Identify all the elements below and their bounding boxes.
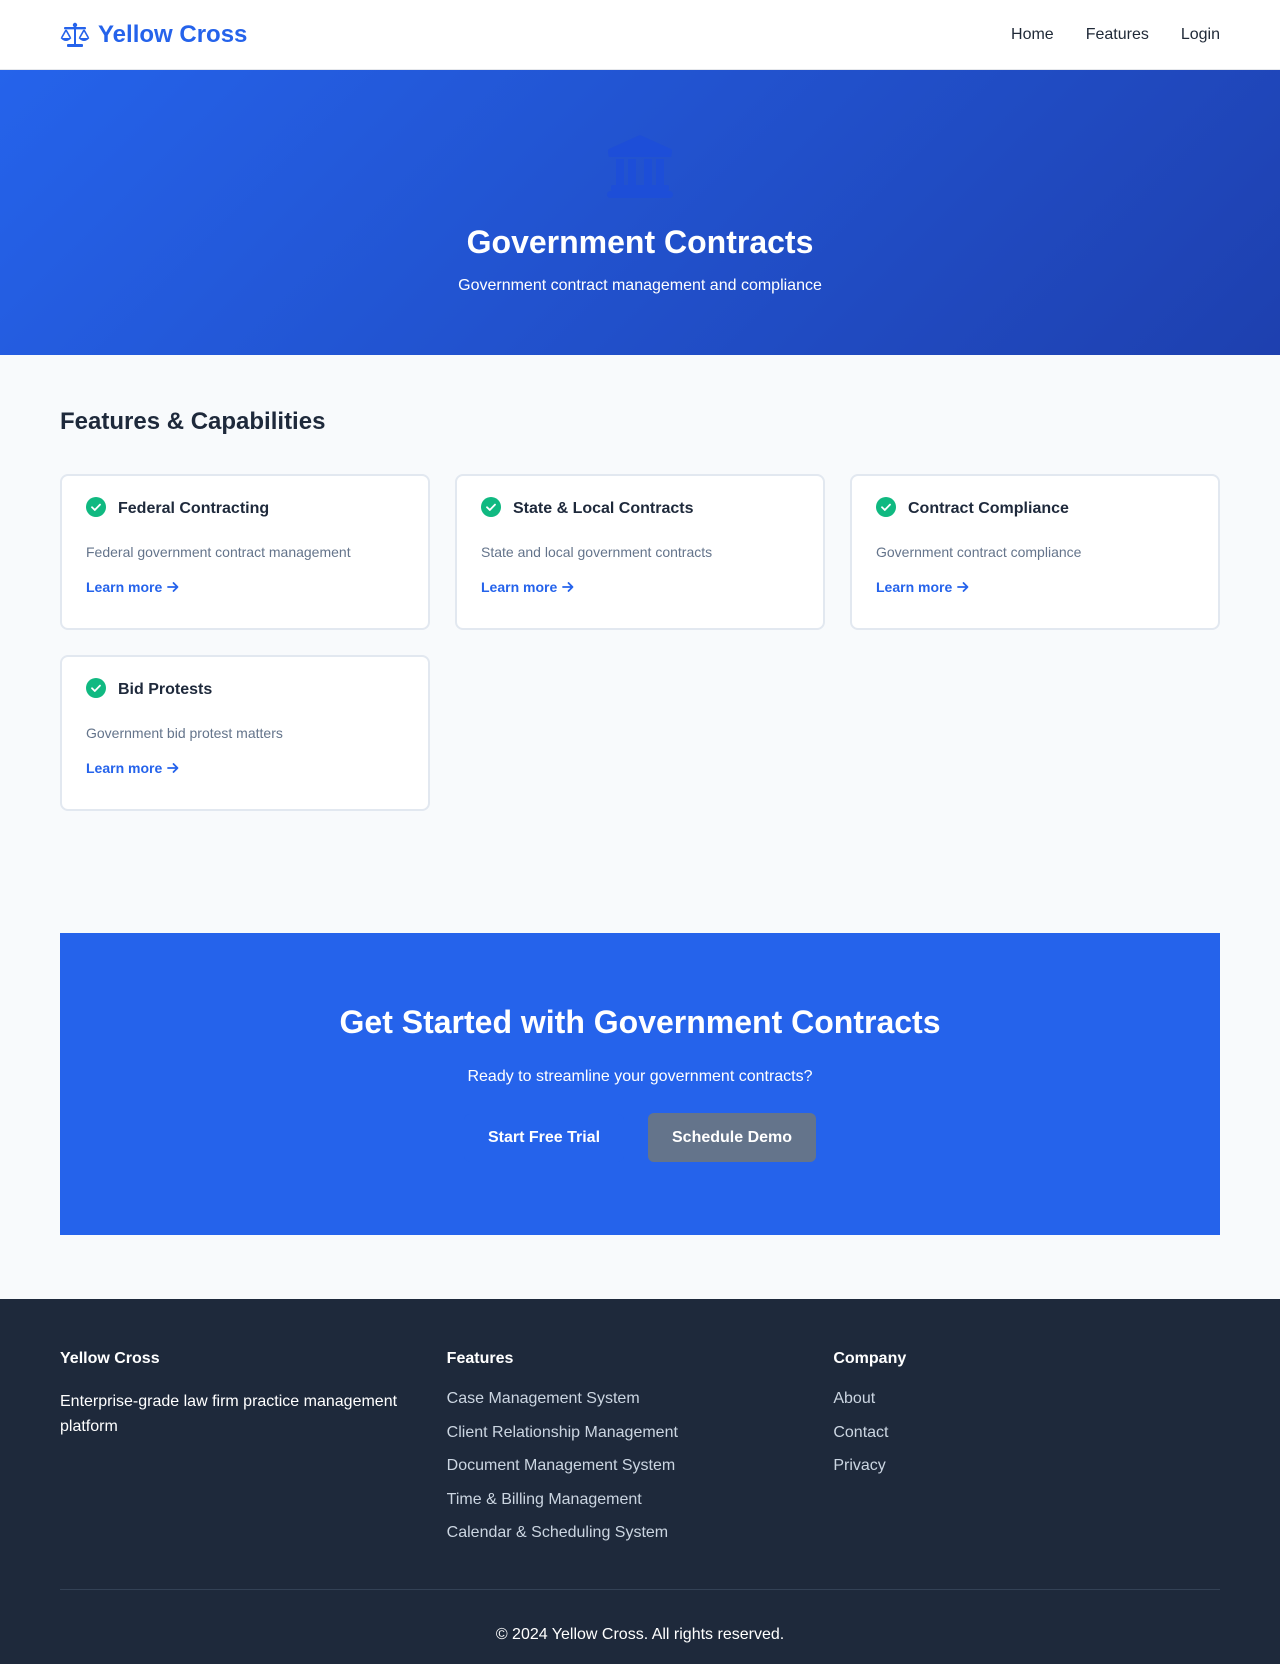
arrow-right-icon (956, 580, 970, 594)
check-circle-icon (481, 497, 501, 517)
footer-company-column: Company About Contact Privacy (833, 1349, 1220, 1557)
cta-section: Get Started with Government Contracts Re… (0, 933, 1280, 1299)
learn-more-link[interactable]: Learn more (876, 579, 970, 595)
feature-card-title: Bid Protests (118, 681, 213, 698)
footer-link-time-billing[interactable]: Time & Billing Management (447, 1491, 642, 1508)
footer-brand-column: Yellow Cross Enterprise-grade law firm p… (60, 1349, 447, 1557)
nav-links: Home Features Login (1011, 26, 1220, 44)
feature-card-title: Federal Contracting (118, 500, 270, 517)
scale-balance-icon (60, 22, 90, 48)
learn-more-link[interactable]: Learn more (86, 760, 180, 776)
feature-card-title: State & Local Contracts (513, 500, 694, 517)
start-free-trial-button[interactable]: Start Free Trial (463, 1113, 625, 1162)
feature-card-description: State and local government contracts (481, 544, 713, 560)
cta-buttons: Start Free Trial Schedule Demo (463, 1113, 817, 1162)
feature-card-description: Government contract compliance (876, 544, 1082, 560)
footer-divider (60, 1588, 1220, 1590)
nav-link-features[interactable]: Features (1086, 26, 1149, 44)
feature-card-title: Contract Compliance (908, 500, 1069, 517)
cta-text: Ready to streamline your government cont… (467, 1068, 813, 1085)
feature-card: Contract Compliance Government contract … (850, 474, 1220, 630)
schedule-demo-button[interactable]: Schedule Demo (648, 1113, 817, 1162)
arrow-right-icon (561, 580, 575, 594)
landmark-icon (607, 133, 673, 199)
feature-cards: Federal Contracting Federal government c… (60, 474, 1220, 811)
feature-card: Federal Contracting Federal government c… (60, 474, 430, 630)
nav-link-login[interactable]: Login (1181, 26, 1220, 44)
learn-more-label: Learn more (86, 760, 163, 776)
footer-link-about[interactable]: About (833, 1390, 875, 1407)
brand-name: Yellow Cross (98, 21, 248, 48)
learn-more-link[interactable]: Learn more (86, 579, 180, 595)
footer-link-privacy[interactable]: Privacy (833, 1457, 885, 1474)
footer-brand-description: Enterprise-grade law firm practice manag… (60, 1393, 398, 1435)
learn-more-label: Learn more (876, 579, 953, 595)
footer-brand-heading: Yellow Cross (60, 1350, 160, 1367)
check-circle-icon (876, 497, 896, 517)
hero-title: Government Contracts (466, 224, 814, 260)
footer-link-client-relationship[interactable]: Client Relationship Management (447, 1424, 678, 1441)
feature-card: State & Local Contracts State and local … (455, 474, 825, 630)
footer-features-heading: Features (446, 1350, 514, 1367)
learn-more-label: Learn more (86, 579, 163, 595)
footer-company-heading: Company (833, 1350, 907, 1367)
check-circle-icon (86, 678, 106, 698)
cta-banner: Get Started with Government Contracts Re… (60, 933, 1220, 1235)
features-title: Features & Capabilities (60, 408, 326, 435)
footer-link-calendar-scheduling[interactable]: Calendar & Scheduling System (447, 1524, 668, 1541)
check-circle-icon (86, 497, 106, 517)
learn-more-link[interactable]: Learn more (481, 579, 575, 595)
footer-link-case-management[interactable]: Case Management System (447, 1390, 640, 1407)
cta-title: Get Started with Government Contracts (339, 1004, 941, 1040)
footer-features-column: Features Case Management System Client R… (447, 1349, 834, 1557)
features-section: Features & Capabilities Federal Contract… (0, 355, 1280, 933)
brand-link[interactable]: Yellow Cross (60, 21, 247, 49)
arrow-right-icon (166, 761, 180, 775)
copyright: © 2024 Yellow Cross. All rights reserved… (495, 1625, 785, 1643)
arrow-right-icon (166, 580, 180, 594)
footer: Yellow Cross Enterprise-grade law firm p… (0, 1299, 1280, 1664)
hero-subtitle: Government contract management and compl… (458, 277, 822, 294)
footer-link-contact[interactable]: Contact (833, 1424, 888, 1441)
footer-link-document-management[interactable]: Document Management System (447, 1457, 676, 1474)
navbar: Yellow Cross Home Features Login (0, 0, 1280, 70)
feature-card-description: Federal government contract management (86, 544, 351, 560)
hero-section: Government Contracts Government contract… (0, 70, 1280, 355)
nav-link-home[interactable]: Home (1011, 26, 1054, 44)
learn-more-label: Learn more (481, 579, 558, 595)
feature-card: Bid Protests Government bid protest matt… (60, 655, 430, 811)
feature-card-description: Government bid protest matters (86, 725, 283, 741)
